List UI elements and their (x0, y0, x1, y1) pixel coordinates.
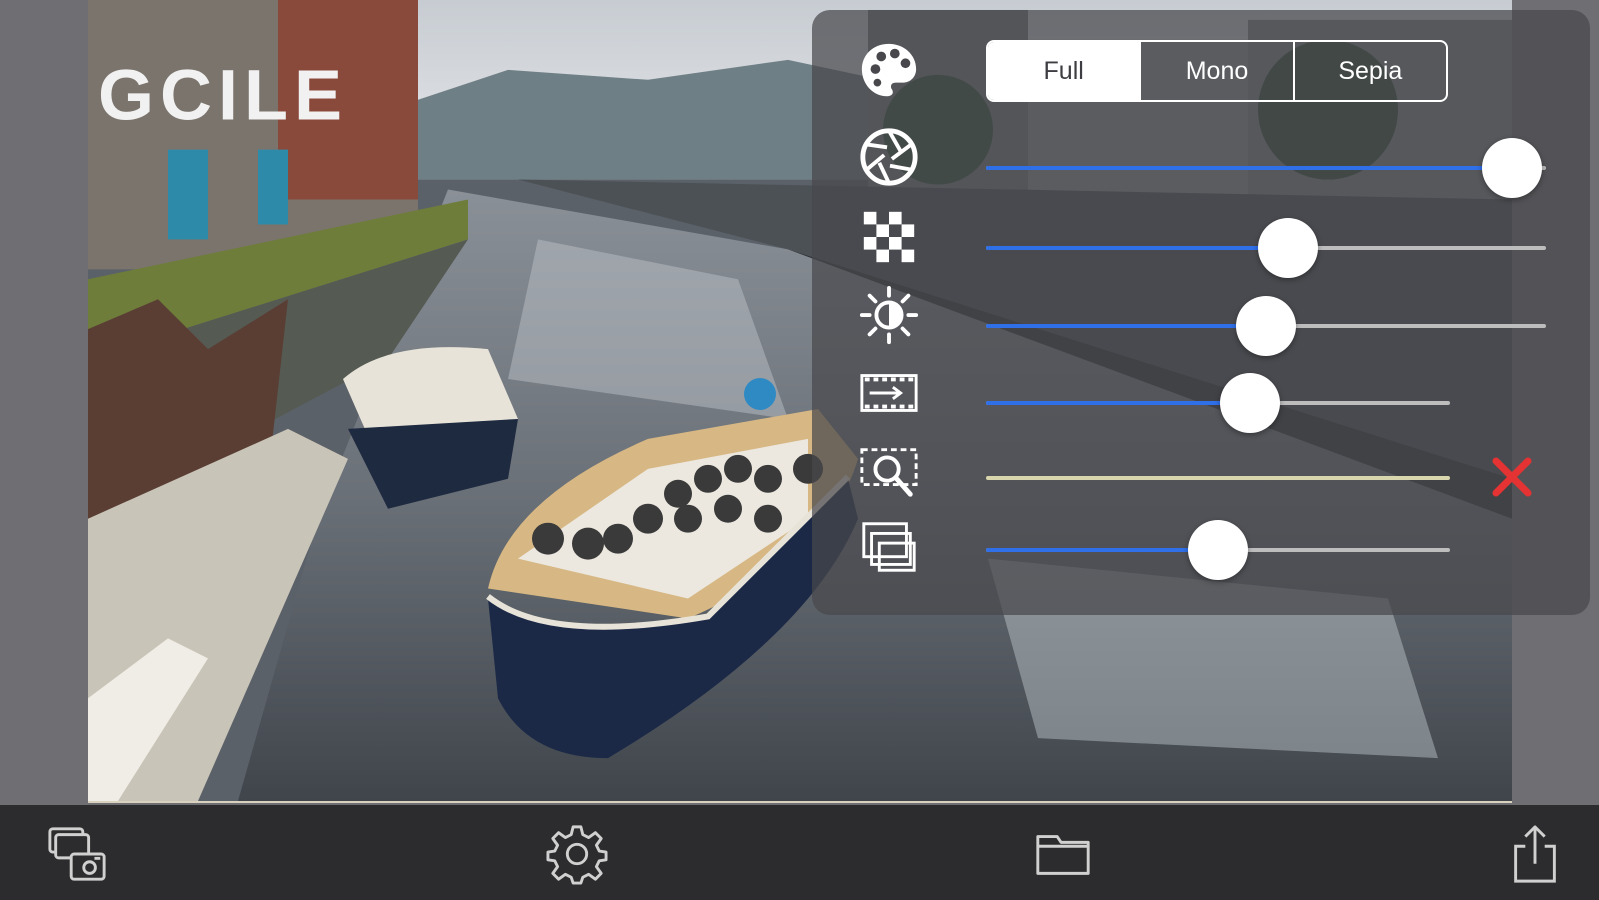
zoom-detail-icon (856, 438, 922, 504)
share-button[interactable] (1502, 821, 1568, 887)
checkerboard-icon (856, 204, 922, 270)
share-icon (1514, 825, 1556, 883)
folder-icon (1036, 835, 1090, 875)
switch-camera-button[interactable] (44, 821, 110, 887)
color-mode-segmented-control: Full Mono Sepia (986, 40, 1448, 102)
pixelation-slider[interactable] (986, 218, 1546, 278)
film-strip-icon (856, 360, 922, 426)
layers-icon (856, 514, 922, 580)
brightness-icon (856, 282, 922, 348)
switch-camera-icon (48, 827, 106, 881)
blend-slider[interactable] (986, 520, 1450, 580)
open-folder-button[interactable] (1030, 821, 1096, 887)
speed-slider[interactable] (986, 373, 1450, 433)
settings-button[interactable] (544, 821, 610, 887)
slider-thumb[interactable] (1188, 520, 1248, 580)
slider-thumb[interactable] (1482, 138, 1543, 198)
aperture-icon (856, 124, 922, 190)
settings-gear-icon (546, 825, 608, 885)
segment-sepia[interactable]: Sepia (1295, 42, 1446, 100)
bottom-toolbar (0, 805, 1599, 900)
svg-text:GCILE: GCILE (98, 56, 348, 136)
segment-mono[interactable]: Mono (1141, 42, 1295, 100)
slider-thumb[interactable] (1236, 296, 1296, 356)
app-root: GCILE Full Mono Sepia (0, 0, 1599, 900)
detail-slider[interactable] (986, 448, 1450, 508)
aperture-slider[interactable] (986, 138, 1546, 198)
close-icon[interactable] (1488, 453, 1536, 501)
slider-thumb[interactable] (1258, 218, 1319, 278)
segment-full[interactable]: Full (988, 42, 1142, 100)
palette-icon (856, 38, 922, 104)
brightness-slider[interactable] (986, 296, 1546, 356)
slider-thumb[interactable] (1220, 373, 1281, 433)
filter-panel: Full Mono Sepia (812, 10, 1590, 615)
